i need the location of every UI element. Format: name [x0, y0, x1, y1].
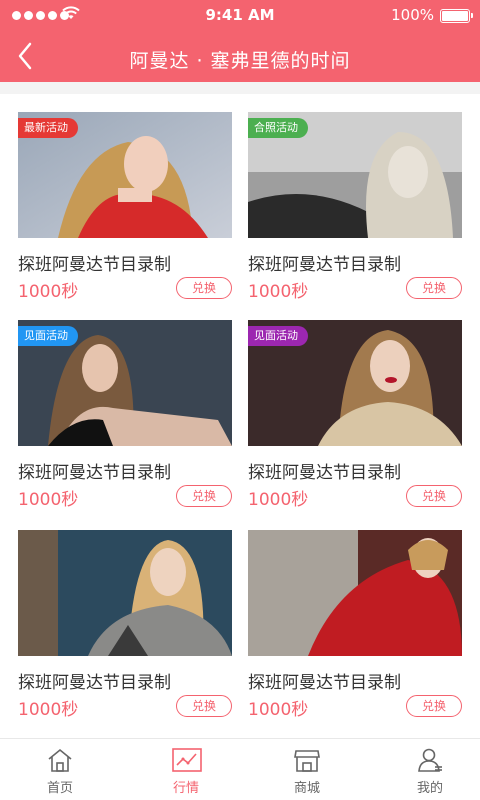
card-title: 探班阿曼达节目录制	[18, 463, 171, 483]
exchange-button[interactable]: 兑换	[176, 277, 232, 299]
card-price: 1000秒	[18, 282, 79, 302]
activity-tag: 最新活动	[18, 118, 78, 138]
card-title: 探班阿曼达节目录制	[248, 673, 401, 693]
card-title: 探班阿曼达节目录制	[18, 673, 171, 693]
activity-card[interactable]: 见面活动 探班阿曼达节目录制 1000秒 兑换	[18, 320, 232, 510]
page-title: 阿曼达 · 塞弗里德的时间	[129, 50, 351, 72]
tab-label: 商城	[293, 781, 320, 796]
card-title: 探班阿曼达节目录制	[248, 463, 401, 483]
activity-card[interactable]: 合照活动 探班阿曼达节目录制 1000秒 兑换	[248, 112, 462, 302]
card-price: 1000秒	[18, 490, 79, 510]
tab-label: 我的	[416, 781, 443, 796]
tab-bar: 首页 行情 商城 我的	[0, 738, 480, 800]
card-image: 合照活动	[248, 112, 462, 238]
activity-card[interactable]: 探班阿曼达节目录制 1000秒 兑换	[18, 530, 232, 720]
chart-icon	[172, 748, 202, 772]
store-icon	[294, 750, 320, 772]
activity-tag: 见面活动	[248, 326, 308, 346]
card-price: 1000秒	[248, 282, 309, 302]
tab-label: 行情	[172, 781, 199, 796]
exchange-button[interactable]: 兑换	[176, 485, 232, 507]
status-bar: 9:41 AM 100%	[0, 0, 480, 32]
exchange-button[interactable]: 兑换	[406, 277, 462, 299]
exchange-button[interactable]: 兑换	[406, 485, 462, 507]
header: 9:41 AM 100% 阿曼达 · 塞弗里德的时间	[0, 0, 480, 82]
exchange-button[interactable]: 兑换	[176, 695, 232, 717]
card-title: 探班阿曼达节目录制	[18, 255, 171, 275]
card-image: 最新活动	[18, 112, 232, 238]
home-icon	[48, 748, 72, 772]
activity-tag: 合照活动	[248, 118, 308, 138]
user-icon	[418, 748, 442, 772]
activity-card[interactable]: 见面活动 探班阿曼达节目录制 1000秒 兑换	[248, 320, 462, 510]
tab-home[interactable]: 首页	[0, 739, 120, 800]
tab-market[interactable]: 行情	[126, 739, 246, 800]
card-price: 1000秒	[248, 700, 309, 720]
card-price: 1000秒	[18, 700, 79, 720]
card-image: 见面活动	[18, 320, 232, 446]
card-image	[18, 530, 232, 656]
activity-card[interactable]: 最新活动 探班阿曼达节目录制 1000秒 兑换	[18, 112, 232, 302]
tab-store[interactable]: 商城	[247, 739, 367, 800]
card-image	[248, 530, 462, 656]
divider	[0, 82, 480, 94]
battery-icon	[440, 9, 473, 23]
tab-label: 首页	[46, 781, 73, 796]
activity-tag: 见面活动	[18, 326, 78, 346]
card-image: 见面活动	[248, 320, 462, 446]
activity-card[interactable]: 探班阿曼达节目录制 1000秒 兑换	[248, 530, 462, 720]
exchange-button[interactable]: 兑换	[406, 695, 462, 717]
tab-profile[interactable]: 我的	[370, 739, 480, 800]
battery-percentage: 100%	[391, 6, 434, 24]
card-price: 1000秒	[248, 490, 309, 510]
card-title: 探班阿曼达节目录制	[248, 255, 401, 275]
